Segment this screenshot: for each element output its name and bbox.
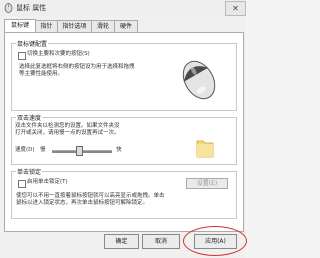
tab-pointers[interactable]: 指针 <box>35 20 58 32</box>
double-click-group: 双击速度 双击文件夹以检测您的设置。如果文件夹没 打开或关闭，请用慢一点的设置再… <box>11 113 237 165</box>
tab-pointer-options[interactable]: 指针选项 <box>57 20 92 32</box>
title-bar: 鼠标 属性 ✕ <box>0 0 246 16</box>
click-lock-group: 单击锁定 启用单击锁定(T) 设置(E) 使您可以不用一直按着鼠标按钮就可以高亮… <box>11 167 237 219</box>
fast-label: 快 <box>116 147 122 153</box>
tab-buttons[interactable]: 鼠标键 <box>4 19 36 33</box>
click-lock-checkbox[interactable] <box>18 180 26 188</box>
close-button[interactable]: ✕ <box>225 1 246 16</box>
tab-panel: 鼠标键配置 切换主要和次要的按钮(S) 选择此复选框将右侧的按钮设为用于选择和拖… <box>4 32 244 232</box>
click-lock-label[interactable]: 启用单击锁定(T) <box>27 179 68 186</box>
button-config-desc-2: 等主要性能使用。 <box>19 71 64 77</box>
slow-label: 慢 <box>40 147 46 153</box>
folder-icon[interactable] <box>196 138 214 158</box>
click-lock-desc-1: 使您可以不用一直按着鼠标按钮就可以高亮显示或拖拽。单击 <box>16 193 165 199</box>
tab-wheel[interactable]: 滑轮 <box>91 20 115 32</box>
ok-button[interactable]: 确定 <box>104 234 139 249</box>
mouse-properties-window: 鼠标 属性 ✕ 鼠标键 指针 指针选项 滑轮 硬件 鼠标键配置 切换主要和次要的… <box>0 0 246 258</box>
double-click-speed-slider[interactable] <box>76 146 83 156</box>
switch-buttons-label[interactable]: 切换主要和次要的按钮(S) <box>27 51 90 58</box>
annotation-circle <box>183 226 247 256</box>
speed-label: 速度(D) <box>15 147 35 153</box>
click-lock-desc-2: 鼠标以进入锁定状态，再次单击鼠标按钮可解除锁定。 <box>16 200 149 206</box>
mouse-illustration-icon <box>182 60 216 100</box>
mouse-icon <box>4 3 13 13</box>
double-click-title: 双击速度 <box>16 113 43 122</box>
click-lock-title: 单击锁定 <box>16 167 43 176</box>
button-config-group: 鼠标键配置 切换主要和次要的按钮(S) 选择此复选框将右侧的按钮设为用于选择和拖… <box>11 39 237 111</box>
cancel-button[interactable]: 取消 <box>142 234 180 249</box>
tab-hardware[interactable]: 硬件 <box>114 20 138 32</box>
button-config-title: 鼠标键配置 <box>16 39 49 48</box>
window-title: 鼠标 属性 <box>16 4 47 12</box>
click-lock-settings-button[interactable]: 设置(E) <box>186 178 228 189</box>
switch-buttons-checkbox[interactable] <box>18 52 26 60</box>
button-config-desc-1: 选择此复选框将右侧的按钮设为用于选择和拖拽 <box>19 64 135 70</box>
double-click-desc-1: 双击文件夹以检测您的设置。如果文件夹没 <box>15 123 120 129</box>
close-icon: ✕ <box>232 4 239 13</box>
double-click-desc-2: 打开或关闭，请用慢一点的设置再试一次。 <box>15 130 120 136</box>
